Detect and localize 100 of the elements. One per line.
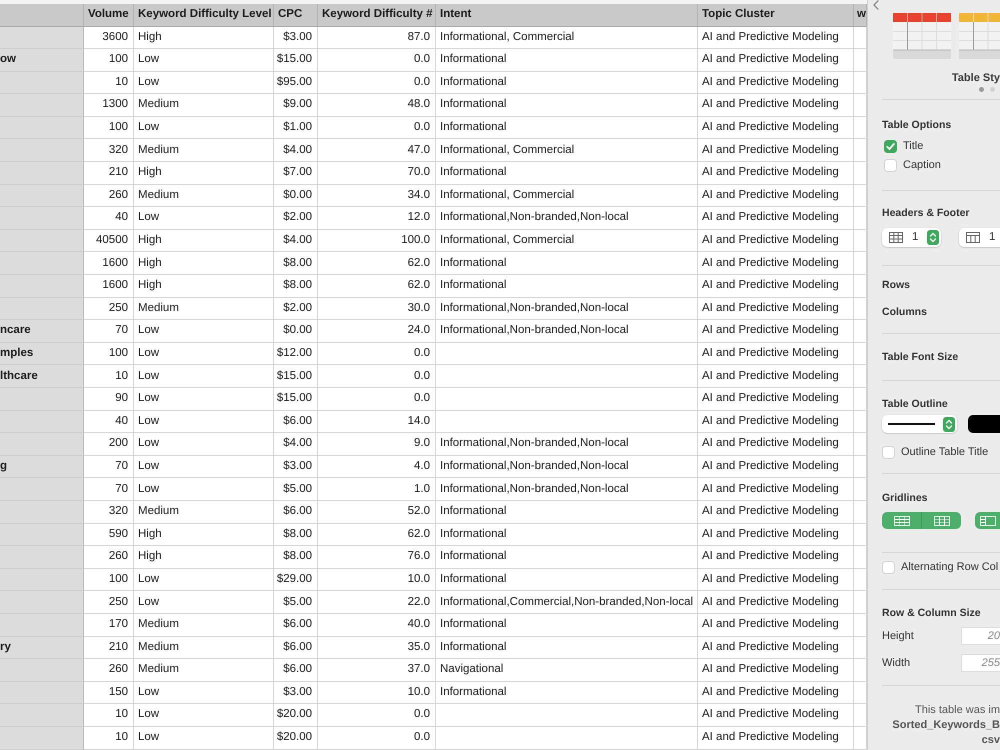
table-cell: 35.0 — [318, 636, 436, 660]
table-cell: 48.0 — [318, 94, 436, 117]
table-cell: 0.0 — [318, 388, 436, 411]
table-cell: Low — [134, 342, 274, 366]
table-cell: Low — [134, 49, 274, 72]
table-cell: Low — [134, 568, 274, 592]
table-cell: 87.0 — [318, 26, 436, 50]
table-cell: $3.00 — [274, 456, 318, 478]
table-cell: Informational,Non-branded,Non-local — [436, 478, 698, 501]
table-cell: High — [134, 162, 274, 185]
table-cell: 3600 — [84, 26, 134, 50]
table-cell: Low — [134, 320, 274, 343]
line-style-popup[interactable] — [882, 415, 957, 433]
size-field[interactable]: 20 — [961, 627, 1000, 645]
table-cell: 0.0 — [318, 49, 436, 72]
table-cell: Low — [134, 456, 274, 478]
table-style-thumbnail[interactable] — [893, 13, 951, 59]
table-cell: AI and Predictive Modeling — [698, 26, 854, 50]
table-cell: 90 — [84, 388, 134, 411]
table-cell: Medium — [134, 636, 274, 660]
table-cell: 9.0 — [318, 433, 436, 456]
column-header[interactable]: CPC — [274, 4, 318, 26]
table-cell: AI and Predictive Modeling — [698, 614, 854, 637]
table-cell: Low — [134, 704, 274, 727]
column-header[interactable]: Topic Cluster — [698, 4, 854, 26]
gridlines-button[interactable] — [921, 512, 961, 529]
column-header[interactable]: Intent — [436, 4, 698, 26]
table-cell: 1300 — [84, 94, 134, 117]
checkbox[interactable] — [882, 560, 895, 574]
table-cell: 100 — [84, 116, 134, 140]
table-cell: $0.00 — [274, 184, 318, 208]
table-cell: AI and Predictive Modeling — [698, 72, 854, 94]
table-cell: AI and Predictive Modeling — [698, 184, 854, 208]
row-header: lthcare — [0, 365, 84, 388]
checkbox-label: Caption — [903, 158, 941, 172]
table-cell: 150 — [84, 682, 134, 704]
checkbox[interactable] — [882, 446, 895, 458]
table-cell: 40 — [84, 207, 134, 230]
field-label: Height — [882, 628, 915, 644]
table-cell: Medium — [134, 500, 274, 524]
table-cell: Informational — [436, 524, 698, 546]
gridlines-button[interactable] — [882, 512, 921, 529]
table-cell: $4.00 — [274, 139, 318, 162]
table-cell: AI and Predictive Modeling — [698, 524, 854, 546]
column-header[interactable]: Volume — [84, 4, 134, 26]
table-cell: AI and Predictive Modeling — [698, 410, 854, 434]
table-cell: $7.00 — [274, 162, 318, 185]
table-style-thumbnail[interactable] — [959, 13, 1000, 59]
table-cell: AI and Predictive Modeling — [698, 478, 854, 501]
table-cell: $0.00 — [274, 320, 318, 343]
table-cell: 170 — [84, 614, 134, 637]
color-well[interactable] — [968, 415, 1000, 433]
table-cell: Informational, Commercial — [436, 230, 698, 252]
table-cell: AI and Predictive Modeling — [698, 433, 854, 456]
checkbox-label: Title — [903, 139, 924, 153]
table-cell: Low — [134, 207, 274, 230]
table-cell: Informational — [436, 636, 698, 660]
section-heading: Headers & Footer — [882, 206, 970, 220]
section-heading: Table Font Size — [882, 350, 958, 364]
table-cell: 40500 — [84, 230, 134, 252]
stepper-field[interactable]: 1 — [959, 228, 1000, 247]
table-cell: $5.00 — [274, 478, 318, 501]
table-cell: $20.00 — [274, 704, 318, 727]
table-cell: Informational,Non-branded,Non-local — [436, 433, 698, 456]
table-cell: Low — [134, 388, 274, 411]
checkbox[interactable] — [884, 158, 897, 172]
checkbox[interactable] — [884, 140, 897, 152]
table-cell: Low — [134, 478, 274, 501]
table-cell: High — [134, 275, 274, 298]
table-cell: Informational,Commercial,Non-branded,Non-local — [436, 591, 698, 614]
table-cell: Informational — [436, 546, 698, 569]
table-cell: Informational,Non-branded,Non-local — [436, 298, 698, 320]
column-header[interactable]: Keyword Difficulty Level — [134, 4, 274, 26]
stepper-field[interactable]: 1 — [882, 228, 941, 247]
header-column-grid-icon — [980, 516, 996, 526]
table-cell: 210 — [84, 162, 134, 185]
table-cell: Informational — [436, 500, 698, 524]
column-header[interactable]: Keyword Difficulty # — [318, 4, 436, 26]
solid-line-icon — [888, 423, 935, 425]
table-cell: Medium — [134, 139, 274, 162]
table-cell: $15.00 — [274, 365, 318, 388]
table-cell: AI and Predictive Modeling — [698, 659, 854, 682]
table-cell: AI and Predictive Modeling — [698, 726, 854, 750]
table-cell: $6.00 — [274, 636, 318, 660]
table-cell: 34.0 — [318, 184, 436, 208]
back-chevron-icon[interactable] — [873, 0, 879, 10]
size-field[interactable]: 255 — [961, 654, 1000, 672]
table-cell: 10 — [84, 726, 134, 750]
table-cell: AI and Predictive Modeling — [698, 704, 854, 727]
table-cell: 1600 — [84, 252, 134, 276]
table-cell: 10.0 — [318, 682, 436, 704]
stepper-arrows-icon[interactable] — [927, 230, 939, 245]
column-header[interactable]: w — [854, 4, 867, 26]
table-cell: Medium — [134, 298, 274, 320]
table-cell: $4.00 — [274, 230, 318, 252]
stepper-arrows-icon[interactable] — [943, 416, 955, 432]
checkbox-label: Outline Table Title — [901, 445, 988, 459]
table-cell: Low — [134, 726, 274, 750]
table-cell: $29.00 — [274, 568, 318, 592]
gridlines-button[interactable] — [975, 512, 1000, 529]
